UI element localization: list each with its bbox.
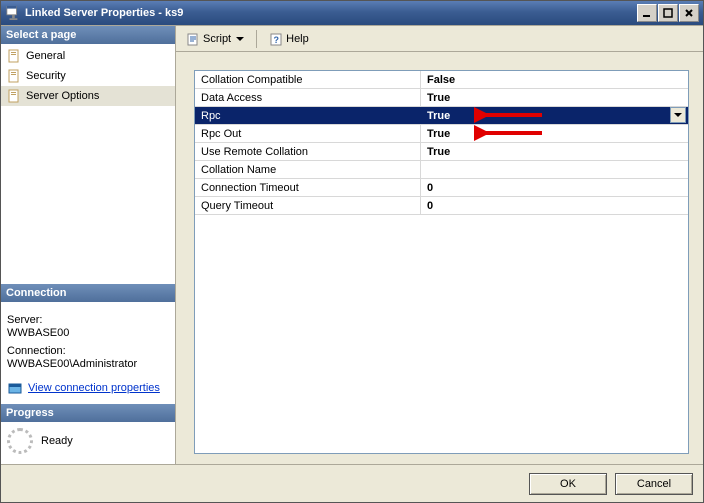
grid-row[interactable]: Use Remote Collation True: [195, 143, 688, 161]
maximize-button[interactable]: [658, 4, 678, 22]
view-connection-properties-link[interactable]: View connection properties: [28, 382, 160, 394]
script-icon: [186, 32, 200, 46]
prop-name: Collation Name: [195, 161, 421, 178]
nav-label: Server Options: [26, 90, 99, 102]
right-pane: Script ? Help Collation Compatible False: [176, 26, 703, 464]
left-pane: Select a page General Security: [1, 26, 176, 464]
connection-label: Connection:: [7, 345, 169, 357]
grid-row[interactable]: Collation Compatible False: [195, 71, 688, 89]
prop-value: True: [421, 89, 688, 106]
properties-grid: Collation Compatible False Data Access T…: [194, 70, 689, 454]
chevron-down-icon: [236, 37, 244, 41]
nav-server-options[interactable]: Server Options: [1, 86, 175, 106]
progress-header: Progress: [1, 404, 175, 422]
help-label: Help: [286, 33, 309, 45]
select-page-header: Select a page: [1, 26, 175, 44]
prop-name: Data Access: [195, 89, 421, 106]
page-icon: [6, 68, 22, 84]
properties-icon: [7, 380, 23, 396]
prop-value: True: [421, 125, 688, 142]
script-label: Script: [203, 33, 231, 45]
prop-name: Rpc Out: [195, 125, 421, 142]
prop-value: 0: [421, 197, 688, 214]
page-icon: [6, 48, 22, 64]
close-button[interactable]: [679, 4, 699, 22]
connection-header: Connection: [1, 284, 175, 302]
cancel-button[interactable]: Cancel: [615, 473, 693, 495]
nav-security[interactable]: Security: [1, 66, 175, 86]
grid-row-selected[interactable]: Rpc True: [195, 107, 688, 125]
progress-state: Ready: [41, 435, 73, 447]
dropdown-arrow-button[interactable]: [670, 107, 686, 123]
progress-spinner-icon: [7, 428, 33, 454]
nav-general[interactable]: General: [1, 46, 175, 66]
ok-button[interactable]: OK: [529, 473, 607, 495]
script-button[interactable]: Script: [180, 29, 250, 49]
grid-row[interactable]: Collation Name: [195, 161, 688, 179]
prop-value: True: [421, 143, 688, 160]
prop-value: 0: [421, 179, 688, 196]
prop-name: Use Remote Collation: [195, 143, 421, 160]
svg-text:?: ?: [274, 35, 280, 45]
minimize-button[interactable]: [637, 4, 657, 22]
progress-section: Ready: [1, 422, 175, 464]
window-title: Linked Server Properties - ks9: [25, 7, 183, 19]
prop-name: Rpc: [195, 107, 421, 124]
app-icon: [5, 5, 21, 21]
prop-value: [421, 161, 688, 178]
page-nav: General Security Server Options: [1, 44, 175, 108]
prop-name: Query Timeout: [195, 197, 421, 214]
prop-value: True: [421, 107, 688, 124]
prop-value: False: [421, 71, 688, 88]
help-icon: ?: [269, 32, 283, 46]
toolbar-separator: [256, 30, 257, 48]
grid-row[interactable]: Query Timeout 0: [195, 197, 688, 215]
page-icon: [6, 88, 22, 104]
server-value: WWBASE00: [7, 327, 169, 339]
server-label: Server:: [7, 314, 169, 326]
grid-row[interactable]: Connection Timeout 0: [195, 179, 688, 197]
properties-dialog: Linked Server Properties - ks9 Select a …: [0, 0, 704, 503]
prop-name: Collation Compatible: [195, 71, 421, 88]
grid-row[interactable]: Data Access True: [195, 89, 688, 107]
grid-row[interactable]: Rpc Out True: [195, 125, 688, 143]
nav-label: General: [26, 50, 65, 62]
connection-value: WWBASE00\Administrator: [7, 358, 169, 370]
connection-info: Server: WWBASE00 Connection: WWBASE00\Ad…: [1, 302, 175, 404]
help-button[interactable]: ? Help: [263, 29, 315, 49]
toolbar: Script ? Help: [176, 26, 703, 52]
prop-name: Connection Timeout: [195, 179, 421, 196]
dialog-footer: OK Cancel: [1, 464, 703, 502]
titlebar: Linked Server Properties - ks9: [1, 1, 703, 25]
nav-label: Security: [26, 70, 66, 82]
